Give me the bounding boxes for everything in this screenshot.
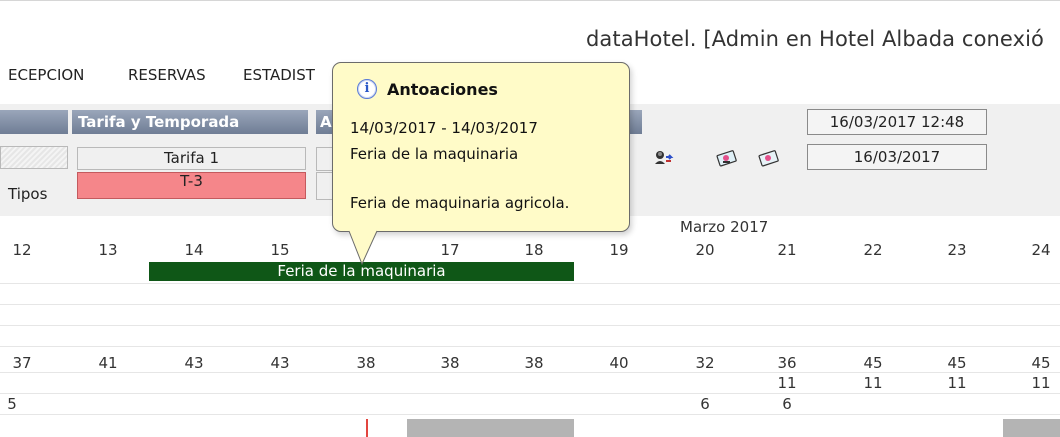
day-12[interactable]: 12 <box>2 241 42 259</box>
row2-cell: 11 <box>777 374 797 392</box>
day-20[interactable]: 20 <box>685 241 725 259</box>
date-display: 16/03/2017 <box>807 144 987 170</box>
tooltip-title: Antoaciones <box>387 80 498 99</box>
row2-cell: 11 <box>1031 374 1051 392</box>
occupancy-bar <box>407 419 574 437</box>
total-cell: 45 <box>1031 354 1051 372</box>
day-22[interactable]: 22 <box>853 241 893 259</box>
total-cell: 40 <box>609 354 629 372</box>
day-17[interactable]: 17 <box>430 241 470 259</box>
info-icon: i <box>357 79 377 99</box>
today-marker <box>366 419 368 437</box>
guests-icon[interactable] <box>650 143 678 171</box>
row2-cell: 11 <box>863 374 883 392</box>
menu-item-estadisticas[interactable]: ESTADIST <box>243 66 315 84</box>
tooltip-description: Feria de maquinaria agricola. <box>350 194 570 212</box>
datetime-display: 16/03/2017 12:48 <box>807 109 987 135</box>
total-cell: 43 <box>270 354 290 372</box>
total-cell: 36 <box>777 354 797 372</box>
card-icon-b[interactable] <box>755 143 783 171</box>
menu-item-reservas[interactable]: RESERVAS <box>128 66 206 84</box>
grid-line <box>0 304 1060 305</box>
day-24[interactable]: 24 <box>1021 241 1060 259</box>
day-18[interactable]: 18 <box>514 241 554 259</box>
row3-cell: 5 <box>7 395 17 413</box>
month-label: Marzo 2017 <box>680 218 769 236</box>
day-14[interactable]: 14 <box>174 241 214 259</box>
temporada-field[interactable]: T-3 <box>77 172 306 199</box>
row3-cell: 6 <box>782 395 792 413</box>
tipos-label: Tipos <box>8 185 48 203</box>
menu-item-recepcion[interactable]: ECEPCION <box>8 66 84 84</box>
grid-line <box>0 283 1060 284</box>
day-23[interactable]: 23 <box>937 241 977 259</box>
day-15[interactable]: 15 <box>260 241 300 259</box>
total-cell: 38 <box>524 354 544 372</box>
total-cell: 38 <box>440 354 460 372</box>
grid-line <box>0 346 1060 347</box>
window-title: dataHotel. [Admin en Hotel Albada conexi… <box>585 27 1044 51</box>
row3-cell: 6 <box>700 395 710 413</box>
total-cell: 38 <box>356 354 376 372</box>
title-bar: dataHotel. [Admin en Hotel Albada conexi… <box>0 0 1060 64</box>
total-cell: 37 <box>12 354 32 372</box>
grid-line <box>0 393 1060 394</box>
card-icon-a[interactable] <box>713 143 741 171</box>
grid-line <box>0 372 1060 373</box>
tooltip-event-name: Feria de la maquinaria <box>350 145 519 163</box>
left-field[interactable] <box>0 146 68 169</box>
tarifa-header: Tarifa y Temporada <box>78 113 240 131</box>
grid-line <box>0 325 1060 326</box>
day-19[interactable]: 19 <box>599 241 639 259</box>
tooltip-tail <box>348 229 378 266</box>
tarifa-field[interactable]: Tarifa 1 <box>77 147 306 170</box>
total-cell: 41 <box>98 354 118 372</box>
day-21[interactable]: 21 <box>767 241 807 259</box>
second-header: A <box>320 113 332 131</box>
tooltip-date-range: 14/03/2017 - 14/03/2017 <box>350 119 538 137</box>
day-13[interactable]: 13 <box>88 241 128 259</box>
grid-line <box>0 414 1060 415</box>
total-cell: 32 <box>695 354 715 372</box>
row2-cell: 11 <box>947 374 967 392</box>
occupancy-bar <box>1003 419 1060 437</box>
header-band-left <box>0 110 68 134</box>
total-cell: 45 <box>863 354 883 372</box>
total-cell: 45 <box>947 354 967 372</box>
total-cell: 43 <box>184 354 204 372</box>
